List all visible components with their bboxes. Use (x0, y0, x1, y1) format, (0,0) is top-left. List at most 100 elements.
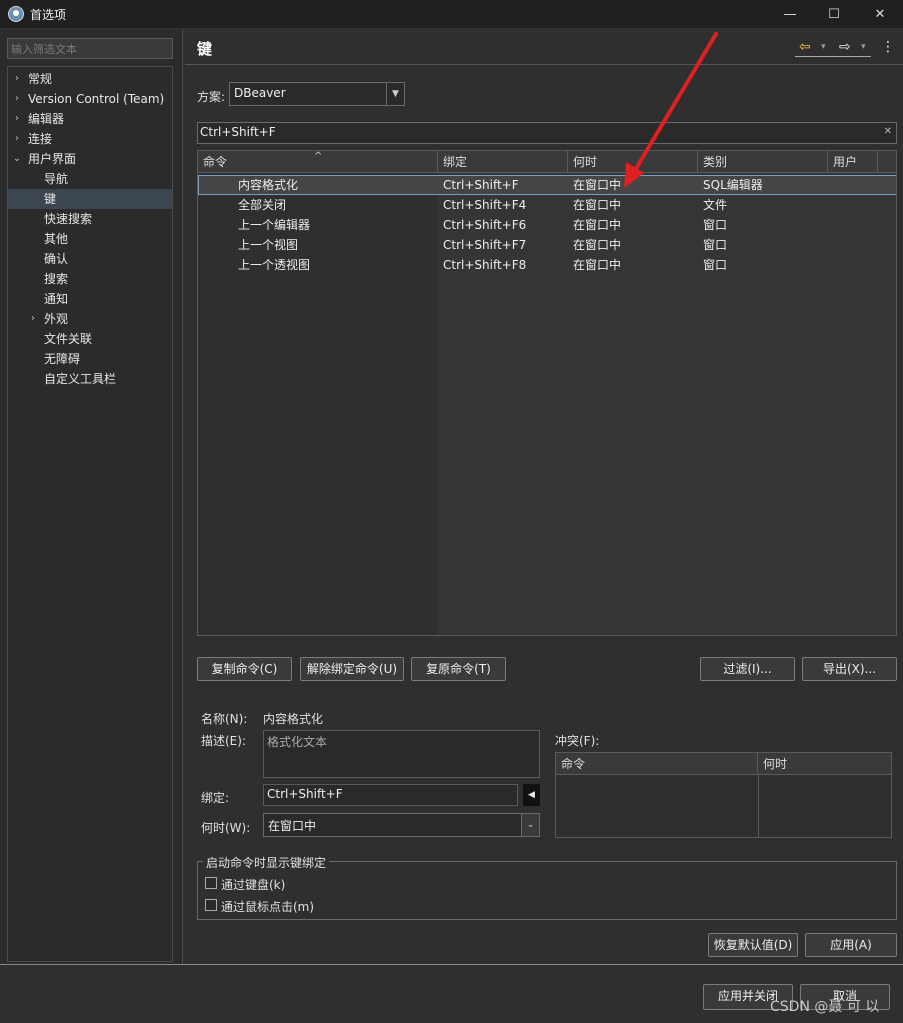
description-field[interactable]: 格式化文本 (263, 730, 540, 778)
sort-ascending-icon: ^ (314, 151, 323, 162)
export-button[interactable]: 导出(X)... (802, 657, 897, 681)
chevron-right-icon[interactable]: › (12, 89, 22, 109)
cell-binding: Ctrl+Shift+F6 (443, 218, 527, 232)
scheme-label: 方案: (197, 90, 226, 104)
tree-item-label: 键 (44, 192, 57, 206)
chevron-right-icon[interactable]: › (12, 69, 22, 89)
name-label: 名称(N): (201, 712, 248, 726)
tree-item-label: 导航 (44, 172, 69, 186)
column-header-when[interactable]: 何时 (568, 151, 698, 173)
conflict-header-command[interactable]: 命令 (556, 753, 758, 775)
binding-search-input[interactable]: Ctrl+Shift+F ✕ (197, 122, 897, 144)
minimize-button[interactable]: — (768, 0, 812, 29)
chevron-right-icon[interactable]: › (12, 129, 22, 149)
cell-command: 上一个编辑器 (238, 218, 311, 232)
clear-icon[interactable]: ✕ (884, 126, 892, 137)
binding-field[interactable]: Ctrl+Shift+F (263, 784, 518, 806)
keyboard-checkbox-label[interactable]: 通过键盘(k) (221, 876, 285, 893)
name-value: 内容格式化 (263, 712, 324, 726)
apply-button[interactable]: 应用(A) (805, 933, 897, 957)
column-header-command[interactable]: 命令 ^ (198, 151, 438, 173)
close-button[interactable]: ✕ (858, 0, 902, 29)
tree-item[interactable]: 快速搜索 (8, 209, 172, 229)
tree-item-label: 无障碍 (44, 352, 81, 366)
tree-item[interactable]: 通知 (8, 289, 172, 309)
table-row[interactable]: 全部关闭 Ctrl+Shift+F4 在窗口中 文件 (198, 195, 896, 215)
chevron-down-icon[interactable]: ⌄ (12, 149, 22, 169)
back-dropdown-icon[interactable]: ▾ (821, 39, 826, 55)
keyboard-checkbox[interactable] (205, 877, 217, 889)
chevron-right-icon[interactable]: › (28, 309, 38, 329)
cell-when: 在窗口中 (573, 198, 622, 212)
conflicts-table: 命令 何时 (555, 752, 892, 838)
cell-when: 在窗口中 (573, 258, 622, 272)
binding-search-value: Ctrl+Shift+F (200, 125, 276, 139)
filter-button[interactable]: 过滤(I)... (700, 657, 795, 681)
tree-item[interactable]: 导航 (8, 169, 172, 189)
forward-dropdown-icon[interactable]: ▾ (861, 39, 866, 55)
tree-item-label: 自定义工具栏 (44, 372, 117, 386)
back-icon[interactable]: ⇦ (799, 39, 811, 55)
tree-item[interactable]: 确认 (8, 249, 172, 269)
tree-item[interactable]: 无障碍 (8, 349, 172, 369)
tree-item[interactable]: › Version Control (Team) (8, 89, 172, 109)
preferences-tree: › 常规 › Version Control (Team) › 编辑器 › 连接 ⌄ 用户界面 导航… (7, 66, 173, 962)
page-header: 键 ⇦ ▾ ⇨ ▾ ⋮ (185, 30, 903, 65)
table-row[interactable]: 内容格式化 Ctrl+Shift+F 在窗口中 SQL编辑器 (198, 175, 896, 195)
tree-item[interactable]: › 编辑器 (8, 109, 172, 129)
tree-item[interactable]: 键 (8, 189, 172, 209)
dialog-footer: 应用并关闭 取消 (0, 964, 903, 1023)
chevron-right-icon[interactable]: › (12, 109, 22, 129)
table-row[interactable]: 上一个编辑器 Ctrl+Shift+F6 在窗口中 窗口 (198, 215, 896, 235)
watermark: CSDN @聂 可 以 (770, 999, 880, 1015)
unbind-command-button[interactable]: 解除绑定命令(U) (300, 657, 404, 681)
preferences-sidebar: 输入筛选文本 › 常规 › Version Control (Team) › 编辑器 › 连接… (0, 30, 183, 964)
column-header-binding[interactable]: 绑定 (438, 151, 568, 173)
cell-category: 窗口 (703, 238, 728, 252)
when-select[interactable]: 在窗口中 ⌄ (263, 813, 540, 837)
tree-item[interactable]: ⌄ 用户界面 (8, 149, 172, 169)
conflict-header-when[interactable]: 何时 (758, 753, 891, 775)
binding-label: 绑定: (201, 791, 230, 805)
tree-item-label: 编辑器 (28, 112, 65, 126)
mouse-checkbox-label[interactable]: 通过鼠标点击(m) (221, 898, 314, 915)
tree-item[interactable]: 文件关联 (8, 329, 172, 349)
cell-command: 内容格式化 (238, 178, 299, 192)
tree-item-label: 常规 (28, 72, 53, 86)
conflict-column-divider (758, 775, 759, 837)
chevron-down-icon: ▼ (386, 83, 404, 105)
maximize-button[interactable]: ☐ (812, 0, 856, 29)
cell-binding: Ctrl+Shift+F7 (443, 238, 527, 252)
binding-menu-button[interactable]: ◀ (523, 784, 540, 806)
tree-item[interactable]: 其他 (8, 229, 172, 249)
cell-binding: Ctrl+Shift+F (443, 178, 519, 192)
cell-when: 在窗口中 (573, 238, 622, 252)
cell-category: 窗口 (703, 258, 728, 272)
keys-page: 键 ⇦ ▾ ⇨ ▾ ⋮ 方案: DBeaver ▼ Ctrl+Shift+F ✕… (185, 30, 903, 964)
forward-icon[interactable]: ⇨ (839, 39, 851, 55)
description-label: 描述(E): (201, 734, 246, 748)
page-title: 键 (197, 40, 213, 58)
restore-command-button[interactable]: 复原命令(T) (411, 657, 506, 681)
restore-defaults-button[interactable]: 恢复默认值(D) (708, 933, 798, 957)
view-menu-icon[interactable]: ⋮ (881, 39, 895, 55)
tree-item[interactable]: › 常规 (8, 69, 172, 89)
column-header-category[interactable]: 类别 (698, 151, 828, 173)
nav-underline (795, 56, 871, 57)
column-header-user[interactable]: 用户 (828, 151, 878, 173)
table-row[interactable]: 上一个透视图 Ctrl+Shift+F8 在窗口中 窗口 (198, 255, 896, 275)
copy-command-button[interactable]: 复制命令(C) (197, 657, 292, 681)
conflict-label: 冲突(F): (555, 734, 600, 748)
tree-item[interactable]: 自定义工具栏 (8, 369, 172, 389)
cell-when: 在窗口中 (573, 218, 622, 232)
tree-item-label: 快速搜索 (44, 212, 93, 226)
tree-item[interactable]: › 外观 (8, 309, 172, 329)
table-row[interactable]: 上一个视图 Ctrl+Shift+F7 在窗口中 窗口 (198, 235, 896, 255)
scheme-select[interactable]: DBeaver ▼ (229, 82, 405, 106)
filter-input[interactable]: 输入筛选文本 (7, 38, 173, 59)
tree-item-label: 文件关联 (44, 332, 93, 346)
tree-item[interactable]: 搜索 (8, 269, 172, 289)
mouse-checkbox[interactable] (205, 899, 217, 911)
when-value: 在窗口中 (268, 819, 317, 833)
tree-item[interactable]: › 连接 (8, 129, 172, 149)
